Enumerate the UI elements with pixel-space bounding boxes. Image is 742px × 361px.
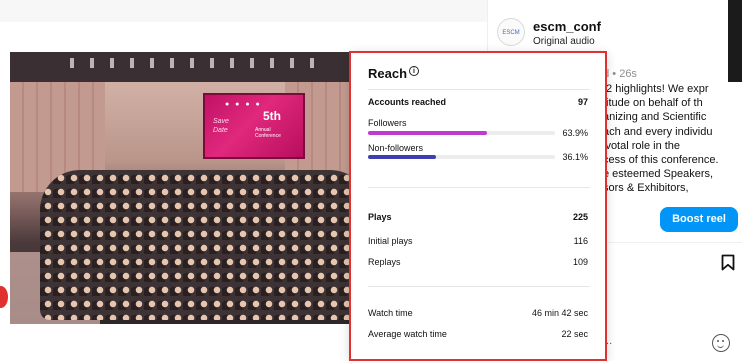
divider [368,89,590,90]
photo-crowd [40,170,370,320]
followers-value: 63.9% [562,128,588,138]
post-caption: 2 highlights! We expr titude on behalf of… [603,82,728,196]
top-strip [0,0,487,22]
reach-title: Reach [368,66,408,81]
nonfollowers-bar-fill [368,155,436,159]
watch-time-value: 46 min 42 sec [531,308,588,318]
boost-reel-button[interactable]: Boost reel [660,207,738,232]
info-icon[interactable]: i [409,66,419,76]
nonfollowers-value: 36.1% [562,152,588,162]
average-watch-time-value: 22 sec [561,329,588,339]
followers-bar [368,131,555,135]
caption-line: sors & Exhibitors, [603,182,689,195]
post-photo[interactable]: ● ● ● ● 5th Save Date Annual Conference [10,52,380,324]
caption-line: ach and every individu [603,125,713,138]
nonfollowers-bar [368,155,555,159]
replays-value: 109 [572,257,588,267]
caption-line: titude on behalf of th [603,97,703,110]
followers-bar-fill [368,131,488,135]
avatar[interactable]: ESCM [497,18,525,46]
actions-divider [608,242,742,243]
reach-insights-panel: Reach i Accounts reached 97 Followers 63… [349,51,607,361]
right-edge-strip [728,0,742,82]
divider [368,187,590,188]
caption-line: cess of this conference. [603,154,719,167]
photo-conference-screen: ● ● ● ● 5th Save Date Annual Conference [203,93,305,159]
red-notification-dot[interactable] [0,286,8,308]
divider [368,286,590,287]
accounts-reached-value: 97 [577,97,588,107]
username[interactable]: escm_conf [533,19,601,34]
initial-plays-value: 116 [573,236,588,246]
nonfollowers-label: Non-followers [368,143,424,153]
plays-label: Plays [368,212,392,222]
plays-value: 225 [572,212,588,222]
initial-plays-label: Initial plays [368,236,413,246]
caption-line: e esteemed Speakers, [603,168,714,181]
caption-line: anizing and Scientific [603,111,707,124]
audio-label[interactable]: Original audio [533,36,595,47]
emoji-icon[interactable] [712,334,730,352]
followers-label: Followers [368,118,407,128]
accounts-reached-label: Accounts reached [368,97,447,107]
photo-ceiling-lights [70,58,330,68]
watch-time-label: Watch time [368,308,413,318]
average-watch-time-label: Average watch time [368,329,447,339]
instagram-post-view: ● ● ● ● 5th Save Date Annual Conference ES… [0,0,742,361]
caption-line: ivotal role in the [603,139,681,152]
caption-line: 2 highlights! We expr [603,83,709,95]
replays-label: Replays [368,257,401,267]
bookmark-icon[interactable] [721,254,735,271]
